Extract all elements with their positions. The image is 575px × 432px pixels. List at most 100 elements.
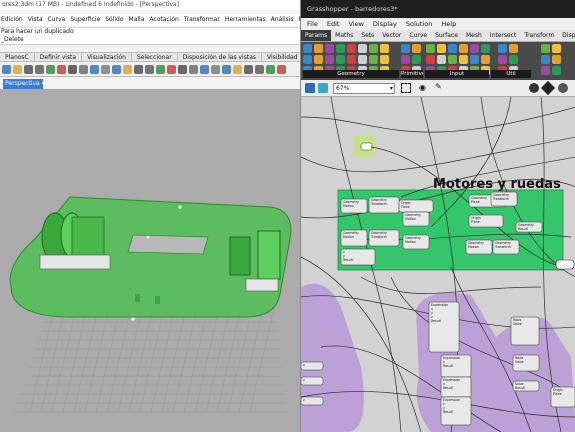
toolbar-tool-icon[interactable] — [13, 65, 22, 74]
gh-menu-item[interactable]: Solution — [406, 18, 432, 30]
gh-tab[interactable]: Vector — [378, 30, 405, 41]
viewport-tab-perspectiva[interactable]: Perspectiva ▾ — [3, 79, 45, 89]
left-motor[interactable] — [39, 212, 111, 270]
ribbon-group-label[interactable]: Geometry — [303, 70, 399, 78]
ribbon-component-icon[interactable] — [470, 55, 479, 64]
ribbon-component-icon[interactable] — [380, 55, 389, 64]
ribbon-component-icon[interactable] — [481, 44, 490, 53]
grasshopper-canvas[interactable]: Geometry Motion Geometry Transform Origin Pla… — [301, 97, 575, 432]
toolbar-tool-icon[interactable] — [112, 65, 121, 74]
gh-tab[interactable]: Sets — [357, 30, 378, 41]
rhino-menu-item[interactable]: Curva — [48, 14, 66, 26]
toolbar-tool-icon[interactable] — [46, 65, 55, 74]
ribbon-component-icon[interactable] — [437, 55, 446, 64]
component-plane[interactable]: OriginPlane — [550, 386, 575, 408]
gh-tab[interactable]: Mesh — [462, 30, 486, 41]
ribbon-component-icon[interactable] — [347, 55, 356, 64]
component-expression[interactable]: ExpressionxResult — [440, 376, 472, 398]
toolbar-tool-icon[interactable] — [145, 65, 154, 74]
gh-menu-item[interactable]: File — [307, 18, 318, 30]
number-slider[interactable]: y — [301, 376, 324, 386]
ribbon-component-icon[interactable] — [470, 44, 479, 53]
ribbon-component-icon[interactable] — [498, 44, 507, 53]
ribbon-component-icon[interactable] — [336, 55, 345, 64]
ribbon-component-icon[interactable] — [481, 55, 490, 64]
ribbon-component-icon[interactable] — [459, 44, 468, 53]
ribbon-component-icon[interactable] — [426, 44, 435, 53]
number-slider[interactable]: z — [301, 396, 324, 406]
ribbon-component-icon[interactable] — [358, 44, 367, 53]
save-icon[interactable] — [305, 83, 315, 93]
component-geometry[interactable]: GeometryMotion — [340, 198, 368, 214]
toolbar-tool-icon[interactable] — [68, 65, 77, 74]
gh-menu-item[interactable]: View — [348, 18, 363, 30]
ribbon-component-icon[interactable] — [314, 44, 323, 53]
component-solve[interactable]: SolveResult — [512, 380, 540, 392]
ribbon-component-icon[interactable] — [358, 55, 367, 64]
component-transform[interactable]: GeometryTransform — [490, 191, 518, 207]
ribbon-component-icon[interactable] — [541, 55, 550, 64]
component-rows[interactable]: RowsSolve — [512, 354, 540, 372]
toolbar-tab[interactable]: PlanosC — [0, 53, 35, 61]
gh-tab[interactable]: Intersect — [486, 30, 521, 41]
gh-tab[interactable]: Params — [301, 30, 332, 41]
preview-mode-icon[interactable] — [401, 83, 411, 93]
purple-group[interactable] — [301, 283, 364, 432]
rhino-menu-item[interactable]: Acotación — [149, 14, 178, 26]
toolbar-tool-icon[interactable] — [24, 65, 33, 74]
ribbon-component-icon[interactable] — [369, 55, 378, 64]
toolbar-tool-icon[interactable] — [211, 65, 220, 74]
toolbar-tool-icon[interactable] — [123, 65, 132, 74]
component-geometry[interactable]: GeometryMotion — [465, 239, 493, 255]
component-geometry[interactable]: GeometryMotion — [402, 234, 430, 250]
ribbon-component-icon[interactable] — [369, 44, 378, 53]
rhino-menu-item[interactable]: Análisis — [271, 14, 294, 26]
toolbar-tool-icon[interactable] — [2, 65, 11, 74]
toolbar-tool-icon[interactable] — [79, 65, 88, 74]
ribbon-component-icon[interactable] — [509, 55, 518, 64]
toolbar-tool-icon[interactable] — [178, 65, 187, 74]
toolbar-tool-icon[interactable] — [57, 65, 66, 74]
ribbon-group-label[interactable]: Primitive — [401, 70, 423, 78]
ribbon-component-icon[interactable] — [412, 44, 421, 53]
ribbon-component-icon[interactable] — [459, 55, 468, 64]
component-expression[interactable]: ExpressionxyResult — [440, 396, 472, 426]
gh-menu-item[interactable]: Display — [373, 18, 397, 30]
toolbar-tab[interactable]: Disposición de las vistas — [178, 53, 263, 61]
ribbon-component-icon[interactable] — [552, 55, 561, 64]
ribbon-component-icon[interactable] — [498, 55, 507, 64]
ribbon-component-icon[interactable] — [325, 44, 334, 53]
gh-menu-item[interactable]: Help — [441, 18, 456, 30]
gh-tab[interactable]: Curve — [405, 30, 431, 41]
ribbon-component-icon[interactable] — [401, 44, 410, 53]
toolbar-tool-icon[interactable] — [167, 65, 176, 74]
component-geometry[interactable]: GeometryMotion — [340, 229, 368, 247]
component-result[interactable]: GeometryResult — [515, 221, 543, 233]
toolbar-tool-icon[interactable] — [266, 65, 275, 74]
ribbon-component-icon[interactable] — [325, 55, 334, 64]
perspective-viewport[interactable] — [0, 89, 300, 432]
ribbon-component-icon[interactable] — [448, 55, 457, 64]
ribbon-component-icon[interactable] — [412, 55, 421, 64]
open-icon[interactable] — [318, 83, 328, 93]
ribbon-component-icon[interactable] — [426, 55, 435, 64]
toolbar-tool-icon[interactable] — [200, 65, 209, 74]
component-expression[interactable]: ExpressionxyzResult — [428, 301, 460, 353]
ribbon-component-icon[interactable] — [380, 44, 389, 53]
toolbar-tool-icon[interactable] — [156, 65, 165, 74]
sketch-icon[interactable]: ✎ — [435, 83, 442, 91]
ribbon-component-icon[interactable] — [347, 44, 356, 53]
render-icon[interactable] — [558, 83, 568, 93]
ribbon-component-icon[interactable] — [448, 44, 457, 53]
component-expression[interactable]: xyResult — [340, 248, 376, 266]
ribbon-component-icon[interactable] — [336, 44, 345, 53]
gh-menu-item[interactable]: Edit — [327, 18, 340, 30]
eye-icon[interactable]: ◉ — [419, 84, 426, 92]
ribbon-component-icon[interactable] — [437, 44, 446, 53]
rhino-menu-item[interactable]: Vista — [28, 14, 43, 26]
toolbar-tool-icon[interactable] — [277, 65, 286, 74]
toolbar-tool-icon[interactable] — [244, 65, 253, 74]
toolbar-tab[interactable]: Visualización — [82, 53, 132, 61]
component-transform[interactable]: GeometryTransform — [368, 229, 400, 247]
component-transform[interactable]: GeometryTransform — [492, 239, 520, 255]
